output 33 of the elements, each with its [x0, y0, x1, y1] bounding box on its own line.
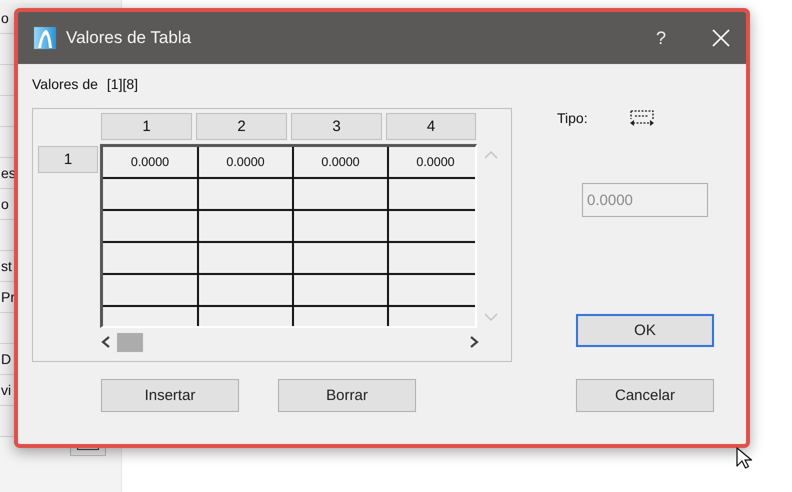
table-cell[interactable]: 0.0000 — [389, 147, 475, 177]
help-button[interactable]: ? — [638, 12, 684, 64]
mouse-cursor-icon — [736, 447, 753, 470]
panel-text: D — [1, 351, 12, 367]
panel-text: vi — [1, 382, 12, 398]
column-header[interactable]: 2 — [196, 113, 287, 140]
type-label: Tipo: — [557, 110, 588, 126]
scroll-right-icon — [469, 336, 479, 348]
values-label: Valores de — [32, 76, 98, 92]
column-header[interactable]: 3 — [291, 113, 382, 140]
scroll-up-icon — [484, 150, 498, 160]
dialog-button[interactable]: Insertar — [101, 379, 239, 412]
dialog-button[interactable]: Cancelar — [576, 379, 714, 412]
table-cell[interactable]: 0.0000 — [294, 147, 389, 177]
close-icon — [712, 29, 730, 47]
panel-text: o — [1, 10, 9, 26]
scroll-left-icon — [101, 336, 111, 348]
dashed-frame-icon — [628, 109, 655, 127]
scroll-down-icon — [484, 312, 498, 322]
table-cell[interactable]: 0.0000 — [199, 147, 294, 177]
table-cell[interactable]: 0.0000 — [103, 147, 199, 177]
dialog-button[interactable]: Borrar — [278, 379, 416, 412]
row-header[interactable]: 1 — [38, 146, 98, 173]
window-title: Valores de Tabla — [66, 28, 192, 48]
panel-text: Pr — [1, 289, 15, 305]
panel-text: o — [1, 196, 9, 212]
column-header[interactable]: 4 — [386, 113, 476, 140]
scrollbar-thumb[interactable] — [117, 332, 143, 352]
arch-logo-icon — [34, 27, 56, 49]
panel-text: st — [1, 258, 12, 274]
column-header[interactable]: 1 — [101, 113, 192, 140]
dialog-button[interactable]: OK — [576, 314, 714, 347]
index-label: [1][8] — [106, 76, 138, 92]
